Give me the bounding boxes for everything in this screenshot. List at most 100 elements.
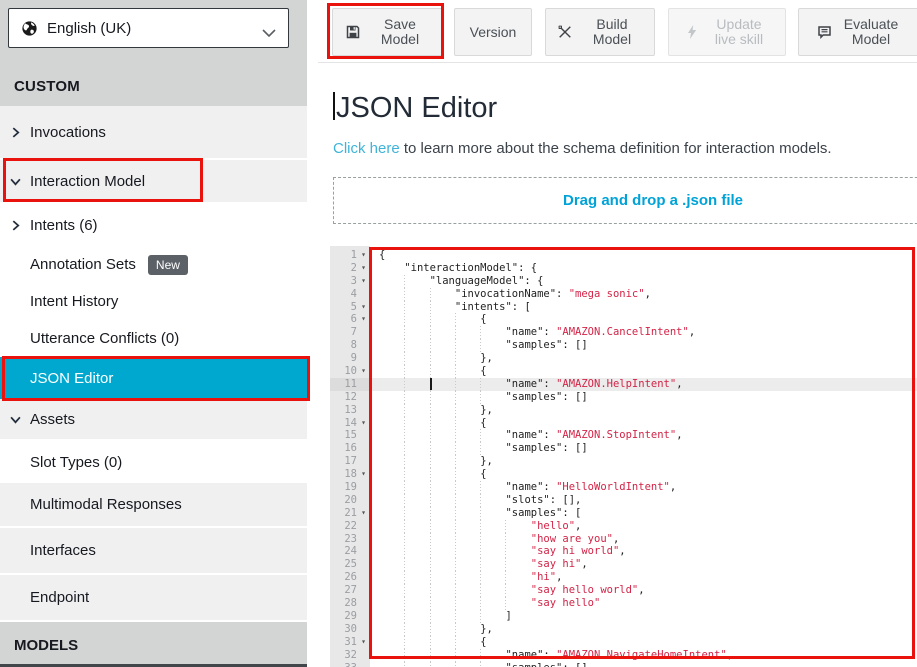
gutter-line-7[interactable]: 7 (330, 326, 370, 339)
gutter-line-32[interactable]: 32 (330, 649, 370, 662)
sidebar-item-multimodal-responses[interactable]: Multimodal Responses (0, 483, 307, 528)
gutter-line-26[interactable]: 26 (330, 571, 370, 584)
gutter-line-10[interactable]: 10▾ (330, 365, 370, 378)
code-line-26[interactable]: "hi", (370, 571, 917, 584)
code-line-22[interactable]: "hello", (370, 520, 917, 533)
sidebar-item-interaction-model[interactable]: Interaction Model (0, 160, 307, 204)
gutter-line-21[interactable]: 21▾ (330, 507, 370, 520)
code-line-20[interactable]: "slots": [], (370, 494, 917, 507)
code-line-11[interactable]: "name": "AMAZON.HelpIntent", (370, 378, 917, 391)
gutter-line-30[interactable]: 30 (330, 623, 370, 636)
sidebar-item-json-editor[interactable]: JSON Editor (0, 357, 307, 399)
fold-arrow-icon[interactable]: ▾ (357, 365, 370, 378)
sidebar-item-endpoint[interactable]: Endpoint (0, 575, 307, 622)
gutter-line-20[interactable]: 20 (330, 494, 370, 507)
code-line-19[interactable]: "name": "HelloWorldIntent", (370, 481, 917, 494)
gutter-line-3[interactable]: 3▾ (330, 275, 370, 288)
build-icon (557, 24, 573, 40)
editor-code-area[interactable]: { "interactionModel": { "languageModel":… (370, 246, 917, 667)
code-line-6[interactable]: { (370, 313, 917, 326)
code-line-33[interactable]: "samples": [] (370, 662, 917, 667)
evaluate-model-button[interactable]: Evaluate Model (798, 8, 917, 56)
gutter-line-19[interactable]: 19 (330, 481, 370, 494)
gutter-line-24[interactable]: 24 (330, 545, 370, 558)
gutter-line-33[interactable]: 33 (330, 662, 370, 667)
gutter-line-18[interactable]: 18▾ (330, 468, 370, 481)
gutter-line-13[interactable]: 13 (330, 404, 370, 417)
code-line-9[interactable]: }, (370, 352, 917, 365)
fold-arrow-icon[interactable]: ▾ (357, 249, 370, 262)
fold-arrow-icon[interactable]: ▾ (357, 301, 370, 314)
code-line-29[interactable]: ] (370, 610, 917, 623)
code-line-30[interactable]: }, (370, 623, 917, 636)
code-line-15[interactable]: "name": "AMAZON.StopIntent", (370, 429, 917, 442)
gutter-line-28[interactable]: 28 (330, 597, 370, 610)
gutter-line-4[interactable]: 4 (330, 288, 370, 301)
code-line-3[interactable]: "languageModel": { (370, 275, 917, 288)
code-line-23[interactable]: "how are you", (370, 533, 917, 546)
gutter-line-9[interactable]: 9 (330, 352, 370, 365)
sidebar-item-assets[interactable]: Assets (0, 399, 307, 441)
code-line-28[interactable]: "say hello" (370, 597, 917, 610)
gutter-line-1[interactable]: 1▾ (330, 249, 370, 262)
version-button[interactable]: Version (454, 8, 532, 56)
gutter-line-31[interactable]: 31▾ (330, 636, 370, 649)
fold-arrow-icon[interactable]: ▾ (357, 275, 370, 288)
language-selector[interactable]: English (UK) (8, 8, 289, 48)
sidebar-item-intent-history[interactable]: Intent History (0, 283, 307, 320)
gutter-line-16[interactable]: 16 (330, 442, 370, 455)
update-live-skill-button[interactable]: Update live skill (668, 8, 786, 56)
sidebar-item-intents-6[interactable]: Intents (6) (0, 204, 307, 246)
sidebar-item-annotation-sets[interactable]: Annotation SetsNew (0, 246, 307, 283)
code-line-24[interactable]: "say hi world", (370, 545, 917, 558)
code-line-31[interactable]: { (370, 636, 917, 649)
gutter-line-8[interactable]: 8 (330, 339, 370, 352)
json-dropzone[interactable]: Drag and drop a .json file (333, 177, 917, 224)
code-line-32[interactable]: "name": "AMAZON.NavigateHomeIntent", (370, 649, 917, 662)
fold-arrow-icon[interactable]: ▾ (357, 636, 370, 649)
gutter-line-23[interactable]: 23 (330, 533, 370, 546)
fold-arrow-icon[interactable]: ▾ (357, 313, 370, 326)
code-line-13[interactable]: }, (370, 404, 917, 417)
gutter-line-22[interactable]: 22 (330, 520, 370, 533)
fold-arrow-icon[interactable]: ▾ (357, 468, 370, 481)
code-line-18[interactable]: { (370, 468, 917, 481)
code-line-8[interactable]: "samples": [] (370, 339, 917, 352)
fold-arrow-icon[interactable]: ▾ (357, 417, 370, 430)
gutter-line-15[interactable]: 15 (330, 429, 370, 442)
save-model-button[interactable]: Save Model (332, 8, 444, 56)
code-line-5[interactable]: "intents": [ (370, 301, 917, 314)
gutter-line-17[interactable]: 17 (330, 455, 370, 468)
sidebar-item-invocations[interactable]: Invocations (0, 106, 307, 160)
code-line-12[interactable]: "samples": [] (370, 391, 917, 404)
fold-arrow-icon[interactable]: ▾ (357, 507, 370, 520)
gutter-line-2[interactable]: 2▾ (330, 262, 370, 275)
code-line-16[interactable]: "samples": [] (370, 442, 917, 455)
code-line-17[interactable]: }, (370, 455, 917, 468)
gutter-line-6[interactable]: 6▾ (330, 313, 370, 326)
gutter-line-14[interactable]: 14▾ (330, 417, 370, 430)
code-line-10[interactable]: { (370, 365, 917, 378)
json-code-editor[interactable]: 1▾2▾3▾45▾6▾78910▾11121314▾15161718▾19202… (330, 246, 917, 667)
gutter-line-29[interactable]: 29 (330, 610, 370, 623)
gutter-line-27[interactable]: 27 (330, 584, 370, 597)
gutter-line-5[interactable]: 5▾ (330, 301, 370, 314)
click-here-link[interactable]: Click here (333, 140, 400, 157)
code-line-27[interactable]: "say hello world", (370, 584, 917, 597)
build-model-button[interactable]: Build Model (545, 8, 655, 56)
fold-arrow-icon[interactable]: ▾ (357, 262, 370, 275)
code-line-25[interactable]: "say hi", (370, 558, 917, 571)
sidebar-item-interfaces[interactable]: Interfaces (0, 528, 307, 575)
sidebar-item-slot-types-0[interactable]: Slot Types (0) (0, 441, 307, 483)
gutter-line-25[interactable]: 25 (330, 558, 370, 571)
code-line-1[interactable]: { (370, 249, 917, 262)
sidebar-item-label: Interaction Model (30, 173, 145, 190)
code-line-2[interactable]: "interactionModel": { (370, 262, 917, 275)
code-line-7[interactable]: "name": "AMAZON.CancelIntent", (370, 326, 917, 339)
code-line-21[interactable]: "samples": [ (370, 507, 917, 520)
code-line-4[interactable]: "invocationName": "mega sonic", (370, 288, 917, 301)
gutter-line-12[interactable]: 12 (330, 391, 370, 404)
sidebar-item-utterance-conflicts-0[interactable]: Utterance Conflicts (0) (0, 320, 307, 357)
gutter-line-11[interactable]: 11 (330, 378, 370, 391)
code-line-14[interactable]: { (370, 417, 917, 430)
